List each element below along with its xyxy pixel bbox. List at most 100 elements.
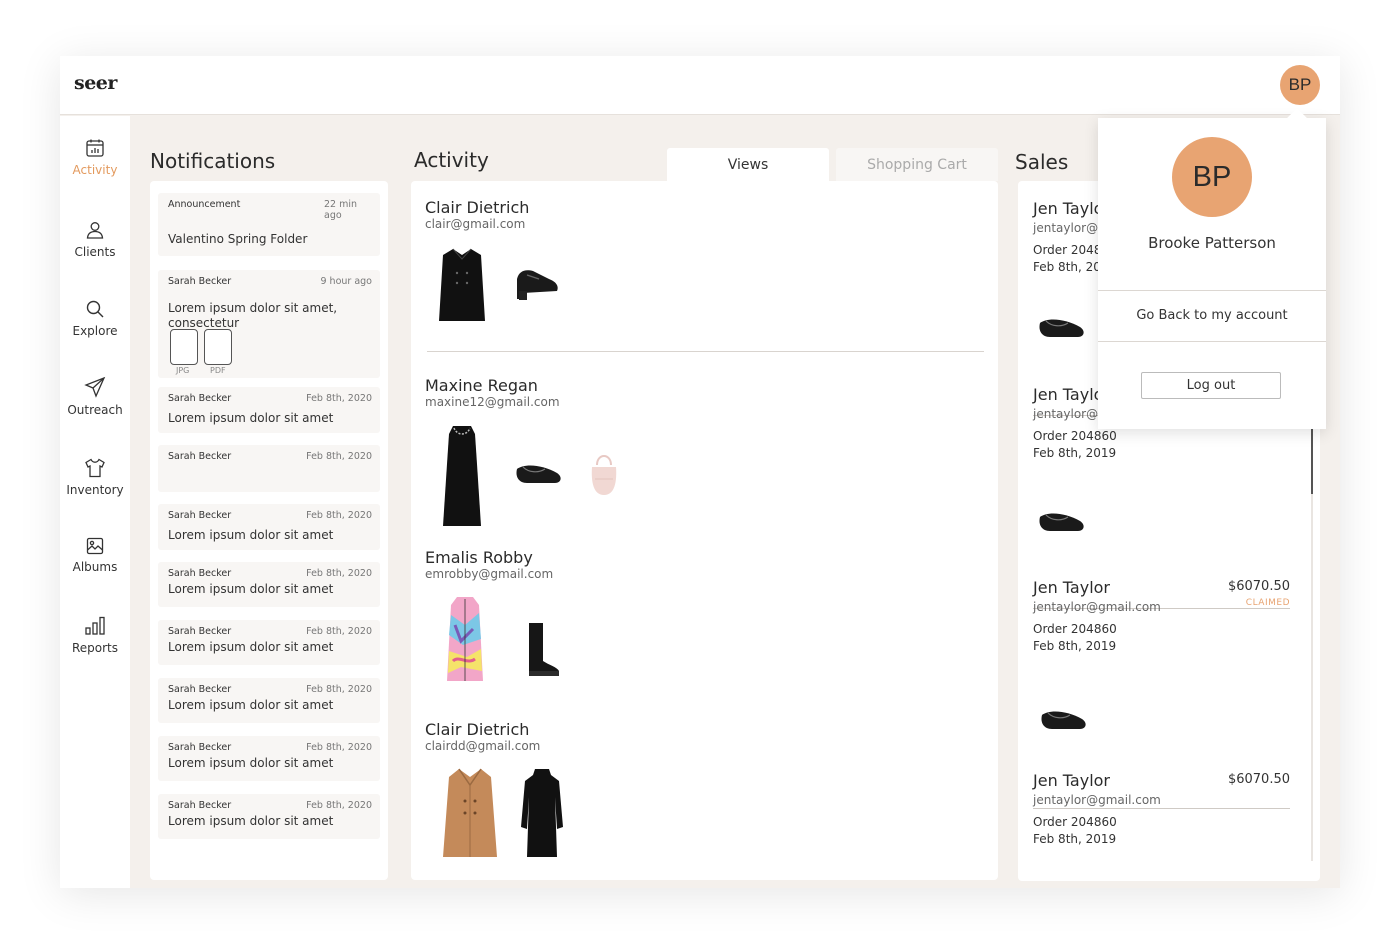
notification-item[interactable]: Sarah Becker Feb 8th, 2020 Lorem ipsum d… xyxy=(158,678,380,723)
back-to-account-link[interactable]: Go Back to my account xyxy=(1098,308,1326,323)
notification-time: 9 hour ago xyxy=(320,276,372,287)
notification-time: Feb 8th, 2020 xyxy=(306,451,372,462)
notification-item[interactable]: Sarah Becker Feb 8th, 2020 xyxy=(158,445,380,492)
tab-shopping-cart[interactable]: Shopping Cart xyxy=(836,148,998,181)
notification-item[interactable]: Sarah Becker Feb 8th, 2020 Lorem ipsum d… xyxy=(158,794,380,839)
sidebar-item-explore[interactable]: Explore xyxy=(60,299,130,338)
sale-divider xyxy=(1033,808,1290,809)
sidebar-item-reports[interactable]: Reports xyxy=(60,616,130,655)
black-boot-icon[interactable] xyxy=(523,621,563,679)
user-avatar-button[interactable]: BP xyxy=(1280,65,1320,105)
sale-order-number: Order 204860 xyxy=(1033,815,1117,829)
sale-customer-email: jentaylor@gmail.com xyxy=(1033,600,1161,614)
black-loafer-icon[interactable] xyxy=(513,265,561,303)
top-bar: seer BP xyxy=(60,56,1340,115)
notifications-title: Notifications xyxy=(150,149,276,173)
notification-time: Feb 8th, 2020 xyxy=(306,510,372,521)
notification-time: Feb 8th, 2020 xyxy=(306,393,372,404)
tshirt-icon xyxy=(85,458,105,478)
notification-sender: Sarah Becker xyxy=(168,800,232,811)
notification-body: Lorem ipsum dolor sit amet, consectetur xyxy=(168,301,338,330)
account-name: Brooke Patterson xyxy=(1148,234,1276,252)
activity-panel: Clair Dietrich clair@gmail.com Maxine Re… xyxy=(411,181,998,880)
search-icon xyxy=(86,300,104,318)
logout-button[interactable]: Log out xyxy=(1141,372,1281,399)
notification-item[interactable]: Sarah Becker Feb 8th, 2020 Lorem ipsum d… xyxy=(158,387,380,433)
notification-time: Feb 8th, 2020 xyxy=(306,742,372,753)
client-email: emrobby@gmail.com xyxy=(425,567,554,581)
print-coat-icon[interactable] xyxy=(445,595,485,685)
client-name[interactable]: Clair Dietrich xyxy=(425,198,529,217)
notification-item[interactable]: Sarah Becker 9 hour ago Lorem ipsum dolo… xyxy=(158,270,380,378)
client-name[interactable]: Emalis Robby xyxy=(425,548,533,567)
notification-item[interactable]: Sarah Becker Feb 8th, 2020 Lorem ipsum d… xyxy=(158,620,380,665)
notifications-panel: Announcement 22 min ago Valentino Spring… xyxy=(150,181,388,880)
black-flat-shoe-icon[interactable] xyxy=(1036,503,1088,539)
sidebar-item-label: Clients xyxy=(74,245,116,259)
sale-order-date: Feb 8th, 2019 xyxy=(1033,446,1117,460)
seer-logo[interactable]: seer xyxy=(74,72,117,94)
sale-customer-email: jentaylor@gmail.com xyxy=(1033,793,1161,807)
sale-customer-name[interactable]: Jen Taylor xyxy=(1033,771,1110,790)
client-email: maxine12@gmail.com xyxy=(425,395,560,409)
user-icon xyxy=(86,222,104,239)
notification-item[interactable]: Sarah Becker Feb 8th, 2020 Lorem ipsum d… xyxy=(158,504,380,550)
pdf-file-icon[interactable] xyxy=(204,329,232,365)
sidebar-item-outreach[interactable]: Outreach xyxy=(60,376,130,417)
black-flat-shoe-icon[interactable] xyxy=(1036,309,1088,345)
jpg-file-icon[interactable] xyxy=(170,329,198,365)
notification-body: Lorem ipsum dolor sit amet xyxy=(168,756,334,770)
camel-coat-icon[interactable] xyxy=(441,767,499,859)
black-dress-icon[interactable] xyxy=(441,424,483,528)
client-name[interactable]: Maxine Regan xyxy=(425,376,538,395)
tab-views[interactable]: Views xyxy=(667,148,829,181)
notification-sender: Sarah Becker xyxy=(168,684,232,695)
notification-body: Lorem ipsum dolor sit amet xyxy=(168,411,334,425)
client-email: clair@gmail.com xyxy=(425,217,526,231)
notification-body: Valentino Spring Folder xyxy=(168,232,308,246)
black-knit-dress-icon[interactable] xyxy=(519,767,565,859)
pink-bag-icon[interactable] xyxy=(587,447,621,499)
black-coat-icon[interactable] xyxy=(435,247,489,323)
file-label: JPG xyxy=(176,366,190,375)
sidebar-item-label: Inventory xyxy=(66,483,124,497)
bar-chart-icon xyxy=(85,616,105,635)
notification-item[interactable]: Sarah Becker Feb 8th, 2020 Lorem ipsum d… xyxy=(158,562,380,607)
client-name[interactable]: Clair Dietrich xyxy=(425,720,529,739)
client-email: clairdd@gmail.com xyxy=(425,739,541,753)
sidebar-item-clients[interactable]: Clients xyxy=(60,220,130,259)
black-flat-shoe-icon[interactable] xyxy=(1038,701,1090,737)
sidebar-item-albums[interactable]: Albums xyxy=(60,537,130,574)
sales-scrollbar-thumb[interactable] xyxy=(1311,426,1313,494)
notification-sender: Sarah Becker xyxy=(168,276,232,287)
paper-plane-icon xyxy=(84,376,106,398)
notification-item[interactable]: Announcement 22 min ago Valentino Spring… xyxy=(158,193,380,256)
calendar-chart-icon xyxy=(86,139,104,157)
app-window: seer BP Activity Clients Explore Outreac… xyxy=(60,56,1340,888)
dropdown-divider xyxy=(1098,290,1326,291)
notification-sender: Sarah Becker xyxy=(168,510,232,521)
notification-body: Lorem ipsum dolor sit amet xyxy=(168,698,334,712)
notification-body: Lorem ipsum dolor sit amet xyxy=(168,528,334,542)
notification-time: Feb 8th, 2020 xyxy=(306,684,372,695)
sidebar-item-label: Reports xyxy=(71,641,119,655)
notification-sender: Announcement xyxy=(168,199,241,210)
sale-order-date: Feb 8th, 2019 xyxy=(1033,639,1117,653)
client-divider xyxy=(427,351,984,352)
sidebar-item-activity[interactable]: Activity xyxy=(60,138,130,177)
black-flat-shoe-icon[interactable] xyxy=(513,453,565,493)
notification-time: Feb 8th, 2020 xyxy=(306,626,372,637)
sidebar-item-inventory[interactable]: Inventory xyxy=(60,458,130,497)
notification-item[interactable]: Sarah Becker Feb 8th, 2020 Lorem ipsum d… xyxy=(158,736,380,781)
sidebar-item-label: Outreach xyxy=(67,403,123,417)
sale-customer-name[interactable]: Jen Taylor xyxy=(1033,578,1110,597)
dropdown-avatar: BP xyxy=(1172,137,1252,217)
notification-sender: Sarah Becker xyxy=(168,568,232,579)
account-dropdown: BP Brooke Patterson Go Back to my accoun… xyxy=(1098,108,1326,429)
sale-order-date: Feb 8th, 2019 xyxy=(1033,832,1117,846)
notification-body: Lorem ipsum dolor sit amet xyxy=(168,582,334,596)
sidebar-item-label: Activity xyxy=(72,163,118,177)
sale-order-number: Order 204860 xyxy=(1033,429,1117,443)
sale-amount: $6070.50 xyxy=(1227,579,1290,594)
sale-amount: $6070.50 xyxy=(1227,772,1290,787)
